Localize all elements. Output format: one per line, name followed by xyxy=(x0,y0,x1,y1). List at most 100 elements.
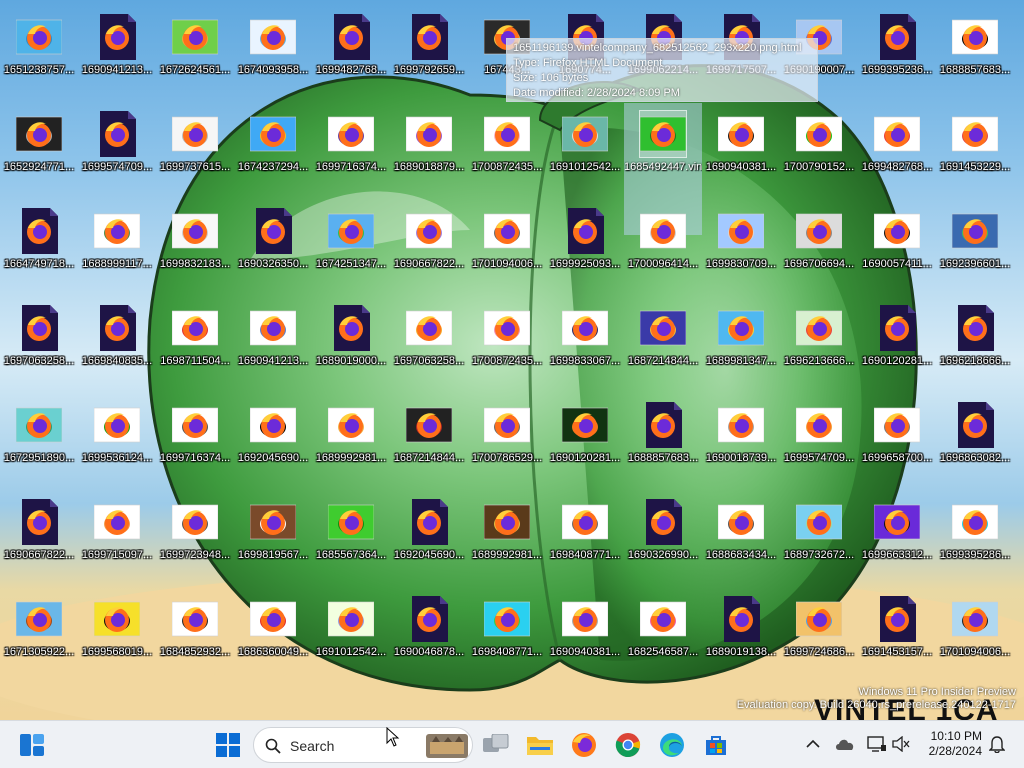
volume-tray-button[interactable] xyxy=(890,733,912,755)
desktop-file-icon[interactable]: 1690326990... xyxy=(624,491,702,583)
desktop-file-icon[interactable]: 1699819567... xyxy=(234,491,312,583)
desktop-file-icon[interactable]: 1690940381... xyxy=(702,103,780,195)
desktop-file-icon[interactable]: 1689018879... xyxy=(390,103,468,195)
desktop-file-icon[interactable]: 1686360049... xyxy=(234,588,312,680)
desktop-file-icon[interactable]: 1687214844... xyxy=(390,394,468,486)
desktop-file-icon[interactable]: 1699724686... xyxy=(780,588,858,680)
widgets-button[interactable] xyxy=(12,725,52,765)
onedrive-tray-button[interactable] xyxy=(834,733,856,755)
desktop-file-icon[interactable]: 1682546587... xyxy=(624,588,702,680)
desktop-file-icon[interactable]: 1690941213... xyxy=(234,297,312,389)
desktop-file-icon[interactable]: 1698408771... xyxy=(546,491,624,583)
desktop-file-icon[interactable]: 1699568019... xyxy=(78,588,156,680)
desktop-file-icon[interactable]: 1696218666... xyxy=(936,297,1014,389)
desktop-file-icon[interactable]: 1689732672... xyxy=(780,491,858,583)
desktop-file-icon[interactable]: 1691453157... xyxy=(858,588,936,680)
desktop-file-icon[interactable]: 1691012542... xyxy=(546,103,624,195)
desktop-file-icon[interactable]: 1700872435... xyxy=(468,103,546,195)
desktop-file-icon[interactable]: 1699737615... xyxy=(156,103,234,195)
desktop-file-icon[interactable]: 1690667822... xyxy=(390,200,468,292)
desktop-file-icon[interactable]: 1669840835... xyxy=(78,297,156,389)
desktop-file-icon[interactable]: 1674237294... xyxy=(234,103,312,195)
desktop-file-icon[interactable]: 1690120281... xyxy=(546,394,624,486)
desktop-file-icon[interactable]: 1692045690... xyxy=(234,394,312,486)
desktop-file-icon[interactable]: 1690120281... xyxy=(858,297,936,389)
desktop-file-icon[interactable]: 1699832183... xyxy=(156,200,234,292)
desktop-file-icon[interactable]: 1699536124... xyxy=(78,394,156,486)
desktop-file-icon[interactable]: 1701094006... xyxy=(936,588,1014,680)
desktop-file-icon[interactable]: 1691453229... xyxy=(936,103,1014,195)
desktop-file-icon[interactable]: 1674093958... xyxy=(234,6,312,98)
desktop-file-icon[interactable]: 1685567364... xyxy=(312,491,390,583)
desktop-file-icon[interactable]: 1698711504... xyxy=(156,297,234,389)
desktop-file-icon[interactable]: 1672951890... xyxy=(0,394,78,486)
desktop-file-icon[interactable]: 1690046878... xyxy=(390,588,468,680)
desktop-file-icon[interactable]: 1688857683... xyxy=(624,394,702,486)
desktop-file-icon[interactable]: 1689992981... xyxy=(312,394,390,486)
desktop-file-icon[interactable]: 1689019000... xyxy=(312,297,390,389)
edge-taskbar-button[interactable] xyxy=(652,725,692,765)
system-clock[interactable]: 10:10 PM 2/28/2024 xyxy=(929,729,982,759)
desktop-file-icon[interactable]: 1700096414... xyxy=(624,200,702,292)
desktop-file-icon[interactable]: 1699395236... xyxy=(858,6,936,98)
desktop-file-icon[interactable]: 1691012542... xyxy=(312,588,390,680)
file-explorer-button[interactable] xyxy=(520,725,560,765)
desktop-file-icon[interactable]: 1690941213... xyxy=(78,6,156,98)
desktop-file-icon[interactable]: 1684852932... xyxy=(156,588,234,680)
desktop-file-icon[interactable]: 1699663312... xyxy=(858,491,936,583)
desktop-file-icon[interactable]: 1672624561... xyxy=(156,6,234,98)
notifications-button[interactable] xyxy=(986,733,1008,755)
desktop-file-icon[interactable]: 1696863082... xyxy=(936,394,1014,486)
desktop-file-icon[interactable]: 1699658700... xyxy=(858,394,936,486)
desktop-file-icon[interactable]: 1700786529... xyxy=(468,394,546,486)
desktop-file-icon[interactable]: 1699716374... xyxy=(312,103,390,195)
desktop-file-icon[interactable]: 1690940381... xyxy=(546,588,624,680)
firefox-taskbar-button[interactable] xyxy=(564,725,604,765)
start-button[interactable] xyxy=(208,725,248,765)
desktop-file-icon[interactable]: 1690326350... xyxy=(234,200,312,292)
desktop-file-icon[interactable]: 1689981347... xyxy=(702,297,780,389)
network-tray-button[interactable] xyxy=(866,733,888,755)
desktop-file-icon[interactable]: 1699723948... xyxy=(156,491,234,583)
desktop-file-icon[interactable]: 1674251347... xyxy=(312,200,390,292)
search-box[interactable]: Search xyxy=(253,727,473,763)
desktop-file-icon[interactable]: 1699716374... xyxy=(156,394,234,486)
task-view-button[interactable] xyxy=(476,725,516,765)
desktop-file-icon[interactable]: 1696706694... xyxy=(780,200,858,292)
desktop-file-icon[interactable]: 1689019138... xyxy=(702,588,780,680)
desktop-file-icon[interactable]: 1664749718... xyxy=(0,200,78,292)
desktop-file-icon[interactable]: 1699482768... xyxy=(858,103,936,195)
desktop-file-icon[interactable]: 1699574709... xyxy=(78,103,156,195)
desktop-file-icon[interactable]: 1692396601... xyxy=(936,200,1014,292)
desktop-file-icon[interactable]: 1651238757... xyxy=(0,6,78,98)
desktop-file-icon[interactable]: 1701094006... xyxy=(468,200,546,292)
chrome-taskbar-button[interactable] xyxy=(608,725,648,765)
desktop-file-icon[interactable]: 1697063258... xyxy=(390,297,468,389)
desktop-file-icon[interactable]: 1689992981... xyxy=(468,491,546,583)
show-hidden-icons-button[interactable] xyxy=(802,733,824,755)
desktop-file-icon[interactable]: 1688683434... xyxy=(702,491,780,583)
desktop-file-icon[interactable]: 1698408771... xyxy=(468,588,546,680)
desktop-file-icon[interactable]: 1688857683... xyxy=(936,6,1014,98)
desktop-file-icon[interactable]: 1690057411... xyxy=(858,200,936,292)
desktop-file-icon[interactable]: 1699482768... xyxy=(312,6,390,98)
desktop-file-icon[interactable]: 1699574709... xyxy=(780,394,858,486)
desktop-file-icon[interactable]: 1652924771... xyxy=(0,103,78,195)
desktop-file-icon[interactable]: 1699925093... xyxy=(546,200,624,292)
desktop-file-icon[interactable]: 1697063258... xyxy=(0,297,78,389)
desktop-file-icon[interactable]: 1699395286... xyxy=(936,491,1014,583)
desktop-file-icon[interactable]: 1690667822... xyxy=(0,491,78,583)
desktop-file-icon[interactable]: 1687214844... xyxy=(624,297,702,389)
store-taskbar-button[interactable] xyxy=(696,725,736,765)
desktop-file-icon[interactable]: 1699830709... xyxy=(702,200,780,292)
desktop-file-icon[interactable]: 1692045690... xyxy=(390,491,468,583)
desktop-file-icon[interactable]: 1671305922... xyxy=(0,588,78,680)
desktop-file-icon[interactable]: 1699715097... xyxy=(78,491,156,583)
desktop-file-icon[interactable]: 1700790152... xyxy=(780,103,858,195)
desktop-file-icon[interactable]: 1696213666... xyxy=(780,297,858,389)
desktop-file-icon[interactable]: 1699833067... xyxy=(546,297,624,389)
desktop-file-icon[interactable]: 1699792659... xyxy=(390,6,468,98)
desktop-file-icon[interactable]: 1700872435... xyxy=(468,297,546,389)
desktop-file-icon[interactable]: 1688999117... xyxy=(78,200,156,292)
desktop-file-icon[interactable]: 1690018739... xyxy=(702,394,780,486)
